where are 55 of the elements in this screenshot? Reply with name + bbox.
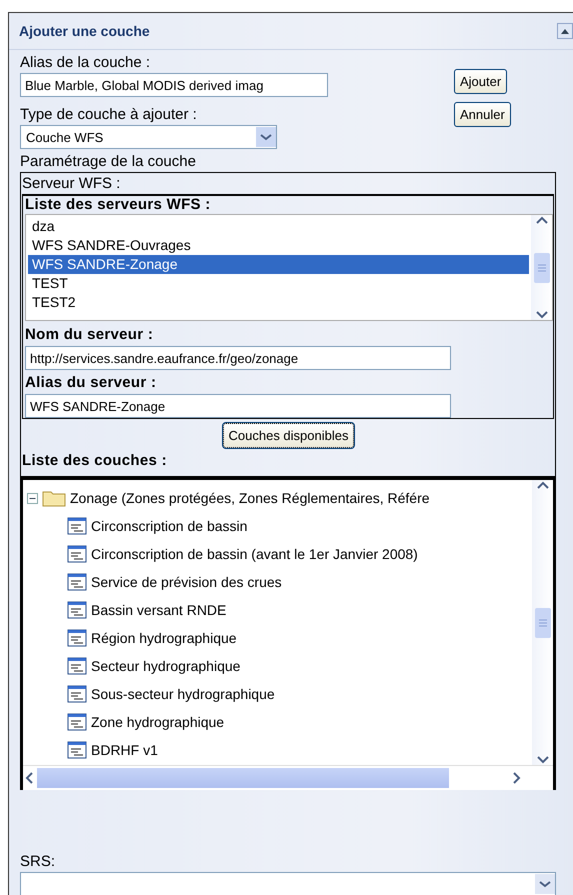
tree-item[interactable]: Zonage (Zones protégées, Zones Réglementaires, Référe (70, 490, 430, 506)
layer-tree[interactable] (20, 477, 556, 790)
type-select[interactable]: Couche WFS (20, 125, 277, 149)
layer-icon (67, 545, 87, 563)
field-label: Nom du serveur : (25, 326, 154, 344)
section-title: Serveur WFS : (22, 175, 120, 192)
field-label: SRS: (20, 852, 56, 872)
layer-icon (67, 573, 87, 591)
scroll-thumb[interactable] (534, 608, 550, 638)
tree-item[interactable]: BDRHF v1 (91, 742, 158, 758)
layer-icon (67, 713, 87, 731)
tree-item[interactable]: Circonscription de bassin (91, 518, 248, 534)
scroll-down-icon[interactable] (536, 755, 548, 765)
alias-field[interactable]: Blue Marble, Global MODIS derived imag (20, 73, 328, 97)
tree-item[interactable]: Service de prévision des crues (91, 574, 282, 590)
server-item[interactable]: TEST2 (28, 293, 529, 312)
layer-icon (67, 629, 87, 647)
server-list[interactable]: dza WFS SANDRE-Ouvrages WFS SANDRE-Zonage TEST TEST2 (25, 214, 553, 321)
server-item[interactable]: dza (28, 217, 529, 236)
collapse-button[interactable] (557, 23, 573, 39)
field-label: Alias de la couche : (20, 53, 152, 73)
layer-icon (67, 517, 87, 535)
server-name-field[interactable]: http://services.sandre.eaufrance.fr/geo/zonage (25, 346, 451, 370)
available-layers-button[interactable]: Couches disponibles (222, 423, 354, 448)
field-label: Liste des serveurs WFS : (25, 196, 211, 213)
action-button[interactable]: Ajouter (454, 69, 508, 94)
tree-item[interactable]: Circonscription de bassin (avant le 1er Janvier 2008) (91, 546, 418, 562)
field-label: Liste des couches : (22, 452, 168, 470)
caret-icon (561, 28, 569, 34)
section-title: Paramétrage de la couche (20, 152, 197, 172)
field-label: Alias du serveur : (25, 374, 158, 392)
scroll-thumb[interactable] (534, 252, 550, 282)
tree-item[interactable]: Zone hydrographique (91, 714, 224, 730)
server-alias-field[interactable]: WFS SANDRE-Zonage (25, 394, 451, 418)
tree-item[interactable]: Secteur hydrographique (91, 658, 240, 674)
tree-item[interactable]: Sous-secteur hydrographique (91, 686, 275, 702)
tree-item[interactable]: Région hydrographique (91, 630, 237, 646)
panel-title: Ajouter une couche (19, 23, 150, 39)
folder-icon (42, 489, 66, 507)
dropdown-icon (535, 874, 555, 894)
dropdown-icon (256, 127, 276, 147)
server-item[interactable]: TEST (28, 274, 529, 293)
scroll-down-icon[interactable] (536, 310, 548, 320)
field-label: Type de couche à ajouter : (20, 105, 198, 125)
layer-icon (67, 741, 87, 759)
layer-icon (67, 601, 87, 619)
layer-icon (67, 657, 87, 675)
scroll-up-icon[interactable] (536, 215, 548, 225)
layer-icon (67, 685, 87, 703)
action-button[interactable]: Annuler (454, 102, 511, 127)
tree-item[interactable]: Bassin versant RNDE (91, 602, 226, 618)
server-item[interactable]: WFS SANDRE-Zonage (28, 255, 529, 274)
server-item[interactable]: WFS SANDRE-Ouvrages (28, 236, 529, 255)
collapse-icon[interactable] (27, 492, 38, 504)
scroll-up-icon[interactable] (536, 480, 548, 490)
